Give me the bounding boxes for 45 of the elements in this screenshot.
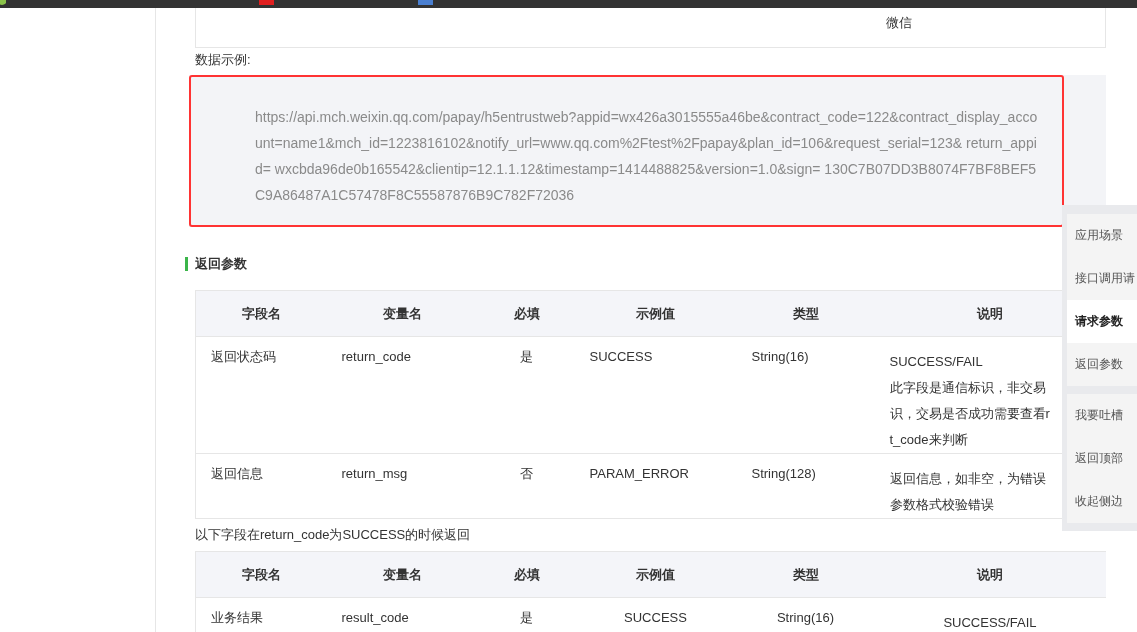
description-text: SUCCESS/FAIL [889,353,983,371]
section-title: 返回参数 [195,255,247,273]
column-header: 字段名 [195,551,327,598]
column-header: 字段名 [195,290,327,337]
table-cell: 否 [520,466,533,482]
sidebar-item[interactable]: 我要吐槽 [1067,394,1137,437]
column-header: 示例值 [574,290,737,337]
description-text: 识，交易是否成功需要查看r [889,405,1050,423]
column-header: 类型 [736,290,875,337]
sidebar-item[interactable]: 返回顶部 [1067,437,1137,480]
sidebar-item[interactable]: 收起侧边 [1067,480,1137,523]
table-cell: 是 [520,610,533,626]
note-text: 以下字段在return_code为SUCCESS的时候返回 [195,526,471,544]
table-cell: 返回状态码 [211,349,276,365]
sidebar-item[interactable]: 返回参数 [1067,343,1137,386]
table-cell: 微信 [886,14,912,32]
description-text: 参数格式校验错误 [889,496,994,514]
description-text: 返回信息，如非空，为错误 [889,470,1046,488]
example-label: 数据示例: [195,51,251,69]
example-url: https://api.mch.weixin.qq.com/papay/h5entrustweb?appid=wx426a3015555a46be&contract_code=122&contract_display_account=name1&mch_id=1223816102&notify_url=www.qq.com%2Ftest%2Fpapay&plan_id=106&request_serial=123& return_appid= wxcbda96de0b165542&clientip=12.1.1.12&timestamp=1414488825&version=1.0&sign= 130C7B07DD3B8074F7BF8BEF5C9A86487A1C57478F8C55587876B9C782F72036 [255,108,1039,205]
column-header: 变量名 [326,551,479,598]
table-cell: result_code [341,610,409,626]
column-header: 必填 [478,290,575,337]
table-cell: return_msg [341,466,408,482]
table-cell: PARAM_ERROR [589,466,689,482]
table-cell: String(16) [776,610,835,626]
column-header: 变量名 [326,290,479,337]
section-marker [185,257,188,271]
sidebar-item[interactable]: 应用场景 [1067,214,1137,257]
table-cell: SUCCESS [624,610,687,626]
column-header: 示例值 [574,551,737,598]
column-header: 说明 [874,551,1106,598]
table-cell: return_code [341,349,411,365]
table-cell: 业务结果 [211,610,263,626]
column-header: 必填 [478,551,575,598]
table-cell: 是 [520,349,533,365]
table-cell: String(128) [751,466,816,482]
description-text: t_code来判断 [889,431,968,449]
description-text: SUCCESS/FAIL [943,614,1037,632]
sidebar-item[interactable]: 接口调用请 [1067,257,1137,300]
table-cell: SUCCESS [589,349,653,365]
table-cell: 返回信息 [211,466,263,482]
column-header: 类型 [736,551,875,598]
table-cell: String(16) [751,349,809,365]
description-text: 此字段是通信标识，非交易 [889,379,1046,397]
